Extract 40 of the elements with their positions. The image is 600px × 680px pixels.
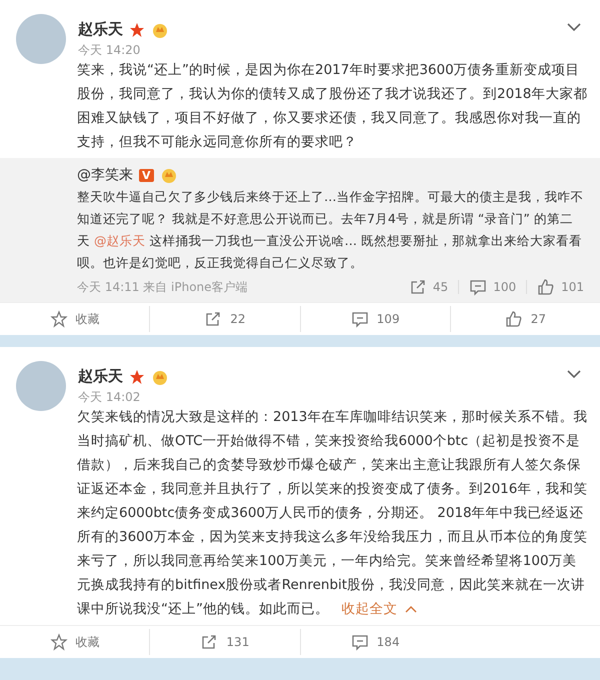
crown-badge-icon (160, 166, 178, 184)
author-name[interactable]: 赵乐天 (78, 367, 123, 386)
count-text: 100 (493, 280, 516, 294)
avatar-photo (16, 361, 66, 411)
action-button[interactable]: 131 (194, 629, 256, 655)
share-icon (204, 310, 222, 328)
post-meta: 今天 14:11 来自 iPhone客户端 (77, 278, 248, 296)
share-icon (408, 278, 427, 296)
thumbs-up-icon (537, 278, 556, 296)
chevron-down-icon (566, 369, 582, 379)
share-icon (200, 633, 218, 651)
avatar-photo (16, 14, 66, 64)
count-text: 101 (561, 280, 584, 294)
star-icon (50, 633, 68, 651)
mention-link[interactable]: @赵乐天 (94, 233, 146, 248)
thumbs-up-icon (504, 310, 523, 328)
comment-icon (350, 310, 369, 328)
post-time: 今天 14:20 (78, 42, 142, 59)
author-name[interactable]: @李笑来 (77, 166, 133, 184)
count-text: 45 (432, 280, 448, 294)
action-button[interactable]: 109 (344, 306, 406, 332)
post-time: 今天 14:02 (78, 389, 142, 406)
star-icon (129, 368, 145, 384)
action-button[interactable]: 184 (344, 629, 406, 655)
action-button[interactable]: 收藏 (44, 306, 106, 332)
chevron-up-icon (405, 605, 418, 613)
verified-badge: V (139, 168, 154, 182)
post-text: 笑来，我说“还上”的时候，是因为你在2017年时要求把3600万债务重新变成项目股份，我同意了，我认为你的债转又成了股份还了我才说我还了。到2018年大家都困难又缺钱了，项目不好做了，你又要求还债，我又同意了。我感恩你对我一直的支持，但我不可能永远同意你所有的要求吧？ (76, 61, 588, 152)
post-text: 欠笑来钱的情况大致是这样的：2013年在车库咖啡结识笑来，那时候关系不错。我当时搞矿机、做OTC一开始做得不错，笑来投资给我6000个btc（起初是投资不是借款），后来我自己的贪婪导致炒币爆仓破产，笑来出主意让我跟所有人签欠条保证返还本金，我同意并且执行了，所以笑来的投资变成了债务。到2016年，我和笑来约定6000btc债务变成3600万人民币的债务，分期还。 2018年年中我已经返还所有的3600万本金，因为笑来支持我这么多年没给我压力，而且从币本位的角度笑来亏了，所以我同意再给笑来100万美元，一年内给完。笑来曾经希望将100万美元换成我持有的bitfinex股份或者Renrenbit股份，我没同意，因此笑来就在一次讲课中所说我没“还上”他的钱。如此而已。 收起全文 (76, 408, 588, 619)
star-icon (129, 22, 145, 38)
repost-text: 整天吹牛逼自己欠了多少钱后来终于还上了…当作金字招牌。可最大的债主是我，我咋不知道还完了呢？ 我就是不好意思公开说而已。去年7月4号，就是所谓 “录音门” 的第二天 @赵乐天 这样捅我一刀我也一直没公开说啥… 既然想要掰扯，那就拿出来给大家看看呗。也许是幻觉吧，反正我觉得自己仁义尽致了。 (77, 188, 584, 272)
comment-icon (350, 633, 369, 651)
action-button[interactable]: 收藏 (44, 629, 106, 655)
author-name[interactable]: 赵乐天 (78, 20, 123, 39)
star-icon (50, 310, 68, 328)
collapse-link[interactable]: 收起全文 (341, 601, 398, 617)
action-button[interactable]: 27 (498, 306, 552, 332)
chevron-down-icon (566, 22, 582, 32)
comment-icon (469, 278, 488, 296)
action-button[interactable]: 22 (198, 306, 252, 332)
